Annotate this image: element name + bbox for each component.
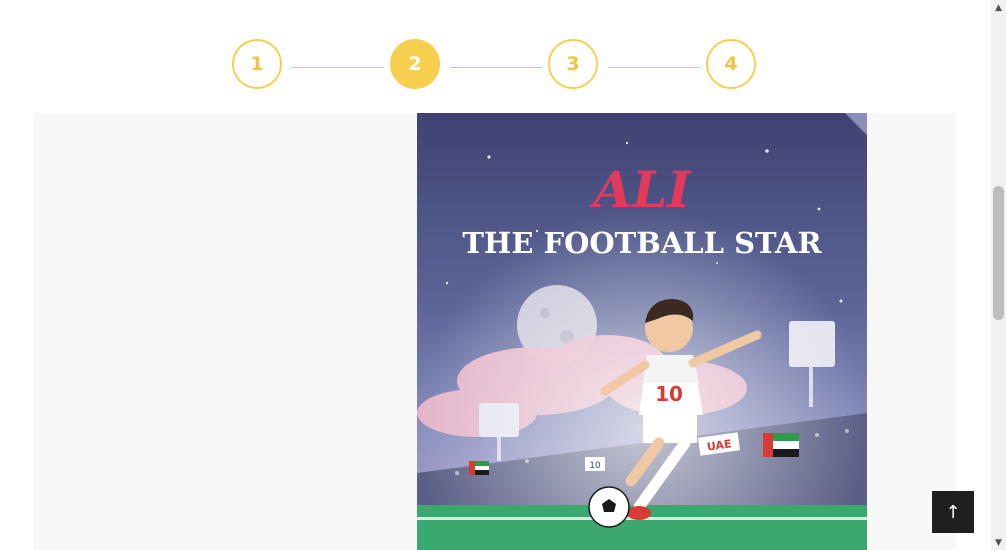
uae-flag [763,433,799,457]
step-4[interactable]: 4 [706,39,756,89]
book-cover-image[interactable]: UAE 10 10 ALI THE FOOTBALL STAR [417,113,867,550]
book-title-line1: ALI [589,160,692,219]
scrollbar-thumb[interactable] [993,186,1004,320]
step-2[interactable]: 2 [390,39,440,89]
step-connector [608,67,700,68]
back-to-top-button[interactable]: ↑ [932,491,974,533]
scroll-up-arrow-icon[interactable]: ▲ [991,0,1006,15]
page-scrollbar[interactable]: ▲ ▼ [991,0,1006,550]
book-title-line2: THE FOOTBALL STAR [462,226,822,260]
step-progress: 1 2 3 4 [0,0,991,112]
step-3[interactable]: 3 [548,39,598,89]
jersey-number: 10 [655,382,683,406]
step-1[interactable]: 1 [232,39,282,89]
board-number: 10 [589,461,601,471]
step-connector [292,67,384,68]
step-connector [450,67,542,68]
football-icon [588,486,630,528]
arrow-up-icon: ↑ [945,501,961,523]
scroll-down-arrow-icon[interactable]: ▼ [991,535,1006,550]
